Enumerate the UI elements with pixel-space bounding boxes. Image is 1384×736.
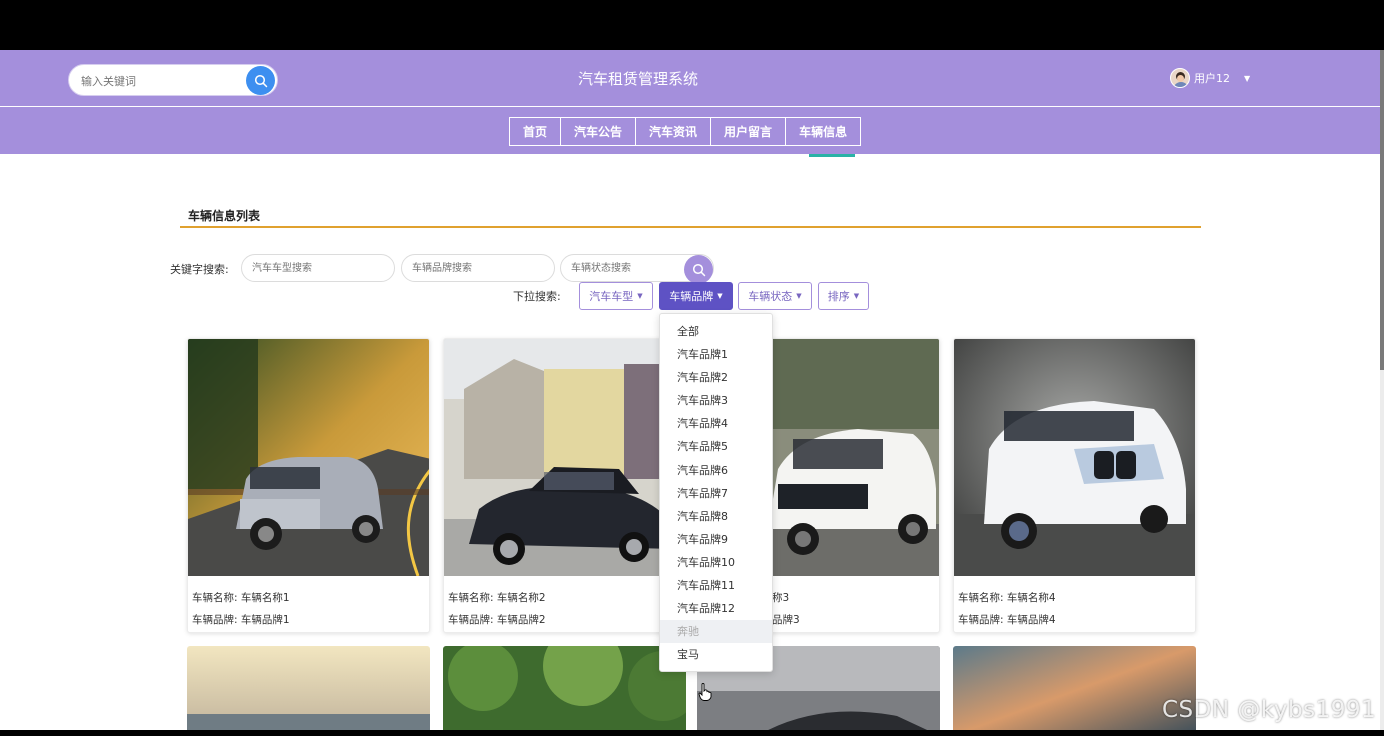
vehicle-brand: 车辆品牌: 车辆品牌2 xyxy=(448,614,546,626)
sort-dropdown-label: 排序 xyxy=(827,290,850,303)
dropdown-item-brand1[interactable]: 汽车品牌1 xyxy=(660,343,772,366)
search-icon xyxy=(692,263,705,276)
vehicle-name: 车辆名称: 车辆名称1 xyxy=(192,592,290,604)
caret-down-icon: ▼ xyxy=(796,292,802,300)
vehicle-brand: 品牌3 xyxy=(772,614,800,626)
brand-dropdown-menu: 全部 汽车品牌1 汽车品牌2 汽车品牌3 汽车品牌4 汽车品牌5 汽车品牌6 汽… xyxy=(659,313,773,672)
status-dropdown-label: 车辆状态 xyxy=(748,290,793,303)
nav-item-home[interactable]: 首页 xyxy=(509,117,562,146)
vehicle-name: 称3 xyxy=(772,592,790,604)
caret-down-icon: ▼ xyxy=(717,292,723,300)
vehicle-image xyxy=(187,646,430,730)
brand-search-input[interactable] xyxy=(401,254,555,282)
vehicle-card[interactable] xyxy=(187,646,430,730)
nav-item-vehicles[interactable]: 车辆信息 xyxy=(785,117,862,146)
search-icon xyxy=(254,74,267,87)
dropdown-item-brand6[interactable]: 汽车品牌6 xyxy=(660,459,772,482)
vehicle-name: 车辆名称: 车辆名称4 xyxy=(958,592,1056,604)
dropdown-item-brand9[interactable]: 汽车品牌9 xyxy=(660,528,772,551)
model-dropdown-button[interactable]: 汽车车型 ▼ xyxy=(579,282,653,310)
nav-item-announcements[interactable]: 汽车公告 xyxy=(560,117,637,146)
vehicle-image xyxy=(188,339,429,576)
vehicle-card[interactable]: 车辆名称: 车辆名称2 车辆品牌: 车辆品牌2 xyxy=(443,338,686,633)
dropdown-search-label: 下拉搜索: xyxy=(513,290,561,303)
header-search-box xyxy=(68,64,278,96)
vehicle-brand: 车辆品牌: 车辆品牌4 xyxy=(958,614,1056,626)
caret-down-icon: ▼ xyxy=(1244,73,1251,83)
dropdown-item-brand10[interactable]: 汽车品牌10 xyxy=(660,551,772,574)
model-search-input[interactable] xyxy=(241,254,395,282)
dropdown-item-benz[interactable]: 奔驰 xyxy=(660,620,772,644)
screen-top-border xyxy=(0,0,1384,50)
sort-dropdown-button[interactable]: 排序 ▼ xyxy=(818,282,869,310)
dropdown-item-bmw[interactable]: 宝马 xyxy=(660,643,772,666)
dropdown-item-brand3[interactable]: 汽车品牌3 xyxy=(660,389,772,412)
vehicle-name: 车辆名称: 车辆名称2 xyxy=(448,592,546,604)
dropdown-item-brand4[interactable]: 汽车品牌4 xyxy=(660,412,772,435)
section-divider xyxy=(180,226,1201,228)
vehicle-image xyxy=(954,339,1195,576)
vehicle-image xyxy=(953,646,1196,730)
vehicle-image xyxy=(443,646,686,730)
vehicle-card[interactable]: 车辆名称: 车辆名称4 车辆品牌: 车辆品牌4 xyxy=(953,338,1196,633)
nav-active-indicator xyxy=(809,154,855,157)
dropdown-item-brand5[interactable]: 汽车品牌5 xyxy=(660,435,772,458)
vehicle-card[interactable] xyxy=(443,646,686,730)
brand-dropdown-label: 车辆品牌 xyxy=(669,290,714,303)
header-search-button[interactable] xyxy=(246,66,275,95)
caret-down-icon: ▼ xyxy=(637,292,643,300)
header-search-input[interactable] xyxy=(81,72,231,90)
keyword-search-label: 关键字搜索: xyxy=(170,263,229,276)
watermark: CSDN @kybs1991 xyxy=(1162,697,1377,723)
nav-item-news[interactable]: 汽车资讯 xyxy=(635,117,712,146)
screen-bottom-border xyxy=(0,730,1384,736)
dropdown-item-brand2[interactable]: 汽车品牌2 xyxy=(660,366,772,389)
keyword-search-button[interactable] xyxy=(684,255,713,284)
section-title: 车辆信息列表 xyxy=(188,209,261,223)
vehicle-card[interactable]: 车辆名称: 车辆名称1 车辆品牌: 车辆品牌1 xyxy=(187,338,430,633)
dropdown-item-brand7[interactable]: 汽车品牌7 xyxy=(660,482,772,505)
hand-cursor-icon xyxy=(698,683,712,701)
status-dropdown-button[interactable]: 车辆状态 ▼ xyxy=(738,282,812,310)
nav-item-messages[interactable]: 用户留言 xyxy=(710,117,787,146)
user-name: 用户12 xyxy=(1194,72,1230,85)
site-title: 汽车租赁管理系统 xyxy=(577,70,698,88)
main-nav: 首页 汽车公告 汽车资讯 用户留言 车辆信息 xyxy=(0,107,1380,154)
dropdown-item-brand11[interactable]: 汽车品牌11 xyxy=(660,574,772,597)
site-header: 汽车租赁管理系统 用户12 ▼ xyxy=(0,50,1380,106)
model-dropdown-label: 汽车车型 xyxy=(589,290,634,303)
vehicle-image xyxy=(444,339,685,576)
dropdown-item-brand8[interactable]: 汽车品牌8 xyxy=(660,505,772,528)
brand-dropdown-button[interactable]: 车辆品牌 ▼ xyxy=(659,282,733,310)
dropdown-item-brand12[interactable]: 汽车品牌12 xyxy=(660,597,772,620)
page-viewport: 汽车租赁管理系统 用户12 ▼ 首页 汽车公告 汽车资讯 用户留言 车辆信息 车… xyxy=(0,50,1380,730)
vehicle-brand: 车辆品牌: 车辆品牌1 xyxy=(192,614,290,626)
scrollbar-thumb[interactable] xyxy=(1380,50,1384,370)
caret-down-icon: ▼ xyxy=(853,292,860,300)
user-menu[interactable]: 用户12 ▼ xyxy=(1170,68,1250,88)
user-avatar xyxy=(1170,68,1190,88)
dropdown-item-all[interactable]: 全部 xyxy=(660,320,772,343)
vehicle-card[interactable] xyxy=(953,646,1196,730)
